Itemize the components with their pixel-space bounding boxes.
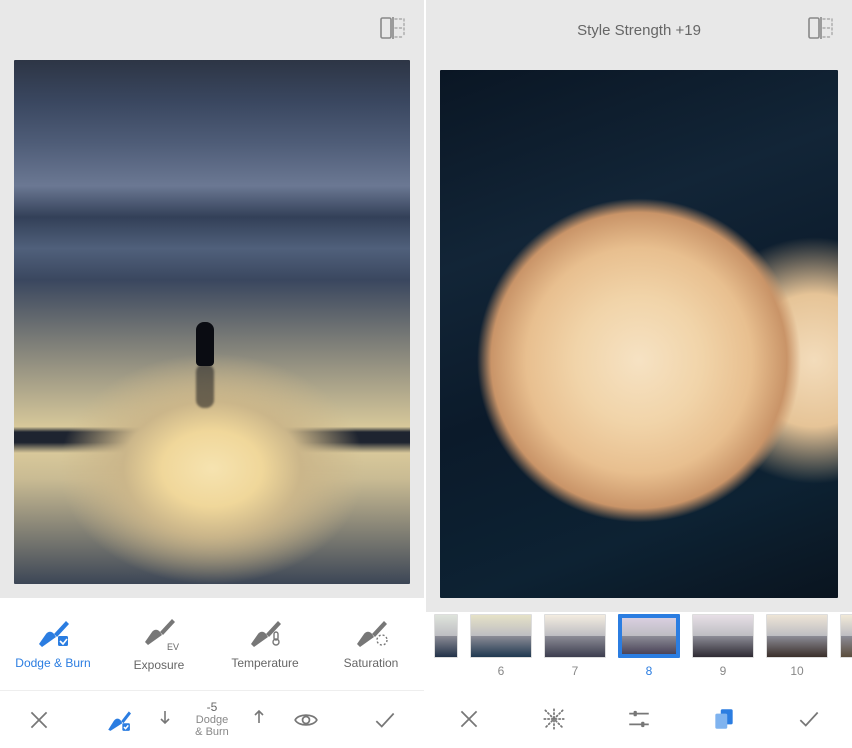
left-topbar bbox=[0, 0, 424, 60]
tool-sub: EV bbox=[167, 642, 179, 652]
apply-button[interactable] bbox=[345, 707, 424, 733]
brush-saturation[interactable]: Saturation bbox=[318, 598, 424, 690]
filter-strip[interactable]: 6 7 8 9 10 bbox=[426, 612, 852, 690]
compare-icon[interactable] bbox=[808, 17, 834, 44]
increase-button[interactable] bbox=[251, 709, 267, 730]
stepper-label: Dodge & Burn bbox=[191, 714, 233, 738]
brush-exposure[interactable]: EV Exposure bbox=[106, 598, 212, 690]
left-pane: Dodge & Burn EV Exposure Temperature Sat… bbox=[0, 0, 424, 748]
right-photo bbox=[440, 70, 838, 598]
shuffle-button[interactable] bbox=[511, 706, 596, 732]
left-action-bar: -5 Dodge & Burn bbox=[0, 690, 424, 748]
filter-thumb-6[interactable]: 6 bbox=[470, 614, 532, 678]
compare-icon[interactable] bbox=[380, 17, 406, 44]
style-strength-label: Style Strength +19 bbox=[577, 22, 701, 39]
right-image-stage[interactable] bbox=[426, 60, 852, 612]
cancel-button[interactable] bbox=[0, 707, 79, 733]
mask-visibility-button[interactable] bbox=[267, 707, 346, 733]
tool-label: Saturation bbox=[344, 656, 399, 670]
filter-number: 9 bbox=[720, 664, 727, 678]
filter-number: 6 bbox=[498, 664, 505, 678]
apply-button[interactable] bbox=[767, 706, 852, 732]
filter-thumb[interactable] bbox=[434, 614, 458, 658]
styles-button[interactable] bbox=[682, 706, 767, 732]
tool-label: Exposure bbox=[134, 658, 185, 672]
brush-mode-button[interactable] bbox=[79, 707, 158, 733]
strength-stepper: -5 Dodge & Burn bbox=[157, 701, 267, 738]
filter-thumb-8[interactable]: 8 bbox=[618, 614, 680, 678]
stepper-value: -5 bbox=[207, 701, 218, 714]
left-image-stage[interactable] bbox=[0, 60, 424, 598]
right-topbar: Style Strength +19 bbox=[426, 0, 852, 60]
filter-number: 7 bbox=[572, 664, 579, 678]
adjust-button[interactable] bbox=[596, 706, 681, 732]
brush-tool-row: Dodge & Burn EV Exposure Temperature Sat… bbox=[0, 598, 424, 690]
filter-thumb-7[interactable]: 7 bbox=[544, 614, 606, 678]
right-pane: Style Strength +19 6 7 8 9 10 bbox=[426, 0, 852, 748]
filter-number: 8 bbox=[646, 664, 653, 678]
decrease-button[interactable] bbox=[157, 709, 173, 730]
cancel-button[interactable] bbox=[426, 706, 511, 732]
tool-label: Temperature bbox=[231, 656, 298, 670]
filter-number: 10 bbox=[790, 664, 803, 678]
filter-thumb[interactable] bbox=[840, 614, 852, 658]
brush-dodge-burn[interactable]: Dodge & Burn bbox=[0, 598, 106, 690]
tool-label: Dodge & Burn bbox=[15, 656, 90, 670]
right-action-bar bbox=[426, 690, 852, 748]
filter-thumb-10[interactable]: 10 bbox=[766, 614, 828, 678]
filter-thumb-9[interactable]: 9 bbox=[692, 614, 754, 678]
brush-temperature[interactable]: Temperature bbox=[212, 598, 318, 690]
left-photo bbox=[14, 60, 410, 584]
